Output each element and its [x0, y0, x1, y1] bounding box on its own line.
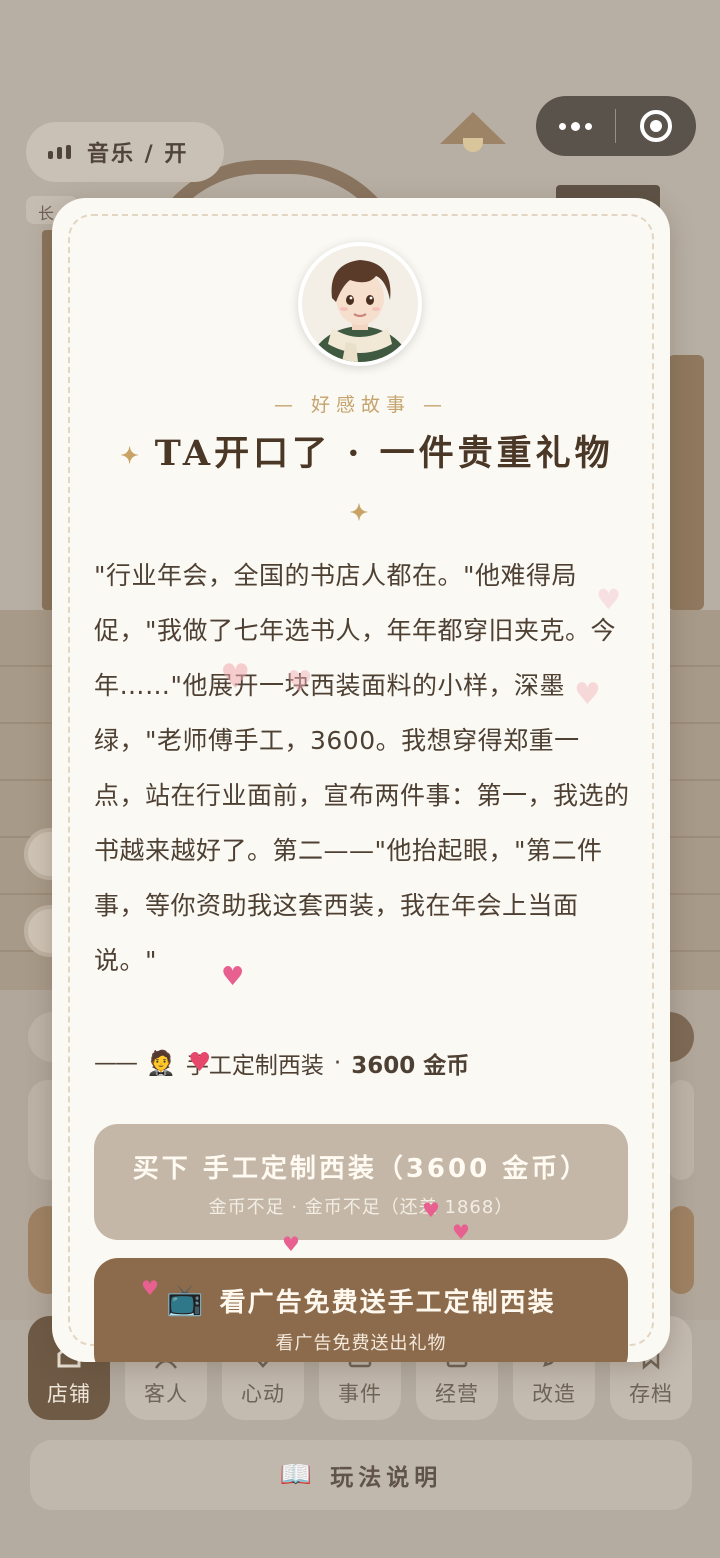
nav-label: 存档 [629, 1382, 673, 1406]
buy-gift-label: 买下 手工定制西装（3600 金币） [132, 1154, 590, 1184]
watch-ad-sub: 看广告免费送出礼物 [275, 1333, 447, 1354]
nav-label: 店铺 [47, 1382, 91, 1406]
gift-separator: · [333, 1050, 342, 1076]
nav-label: 事件 [338, 1382, 382, 1406]
character-avatar [298, 242, 422, 366]
gift-dash: —— [94, 1050, 138, 1076]
music-toggle[interactable]: 音乐 / 开 [26, 122, 224, 182]
music-bars-icon [48, 145, 71, 159]
gift-name: 手工定制西装 [185, 1053, 324, 1079]
suit-person-icon: 🤵 [146, 1049, 176, 1077]
help-button-label: 玩法说明 [330, 1465, 443, 1491]
sparkle-icon: ✦ [120, 442, 143, 469]
section-tag: — 好感故事 — [273, 394, 449, 416]
counter-slot [668, 1206, 694, 1294]
buy-gift-status: 金币不足 · 金币不足（还差 1868） [208, 1197, 514, 1218]
nav-label: 心动 [241, 1382, 285, 1406]
modal-title: TA开口了 · 一件贵重礼物 [154, 433, 614, 474]
music-toggle-label: 音乐 / 开 [87, 142, 189, 167]
gift-summary: —— 🤵 手工定制西装 · 3600 金币 [94, 1046, 469, 1080]
bookshelf-right [668, 355, 704, 610]
character-portrait [302, 246, 418, 362]
sparkle-icon: ✦ [349, 500, 373, 526]
nav-label: 客人 [144, 1382, 188, 1406]
ceiling-lamp [440, 98, 506, 154]
nav-label: 改造 [532, 1382, 576, 1406]
tv-icon: 📺 [166, 1283, 206, 1318]
watch-ad-label: 看广告免费送手工定制西装 [219, 1288, 556, 1318]
nav-label: 经营 [435, 1382, 479, 1406]
more-options-icon[interactable] [536, 96, 615, 156]
story-text: "行业年会，全国的书店人都在。"他难得局促，"我做了七年选书人，年年都穿旧夹克。… [94, 561, 630, 975]
help-button[interactable]: 📖 玩法说明 [30, 1440, 692, 1510]
buy-gift-button[interactable]: 买下 手工定制西装（3600 金币） 金币不足 · 金币不足（还差 1868） [94, 1124, 628, 1240]
story-modal: — 好感故事 — ✦ TA开口了 · 一件贵重礼物 ✦ "行业年会，全国的书店人都在… [52, 198, 670, 1362]
watch-ad-button[interactable]: 📺 看广告免费送手工定制西装 看广告免费送出礼物 [94, 1258, 628, 1362]
close-mini-program-icon[interactable] [616, 96, 696, 156]
counter-slot [668, 1080, 694, 1180]
book-icon: 📖 [279, 1460, 313, 1490]
gift-price: 3600 金币 [351, 1053, 470, 1079]
modal-title-block: ✦ TA开口了 · 一件贵重礼物 ✦ [106, 426, 616, 541]
mini-program-capsule [536, 96, 696, 156]
